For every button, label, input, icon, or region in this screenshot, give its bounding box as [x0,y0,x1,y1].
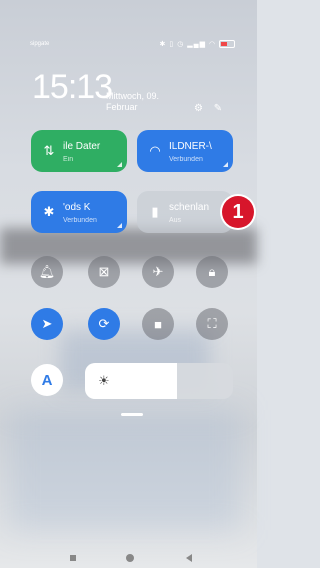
toggle-lock[interactable]: 🔒︎ [196,256,228,288]
flashlight-icon: ▮ [151,204,159,219]
brightness-slider[interactable]: ☀ [85,363,233,399]
data-arrows-icon: ⇅ [43,143,55,158]
tile-wifi[interactable]: ◠ ILDNER-\ Verbunden [137,130,233,172]
rotation-lock-icon: ⟳ [98,316,110,331]
tile-subtitle: Aus [169,217,182,224]
auto-brightness-button[interactable]: A [31,364,63,396]
lock-icon: 🔒︎ [208,264,216,279]
edit-icon[interactable]: ✎ [214,103,222,114]
toggle-screen-record[interactable]: ■ [142,308,174,340]
tile-title: ILDNER-\ [169,141,212,152]
clock-date: Mittwoch, 09. Februar [106,91,160,112]
toggle-scanner[interactable]: ⛶ [196,308,228,340]
settings-icon[interactable]: ⚙ [194,103,203,114]
toggle-bell[interactable]: 🔔︎ [31,256,63,288]
expand-corner-icon [117,162,122,167]
sun-icon: ☀ [98,373,110,388]
battery-icon [219,40,235,49]
tile-bluetooth[interactable]: ✱ 'ods K Verbunden [31,191,127,233]
scan-frame-icon: ⛶ [207,316,217,331]
expand-corner-icon [117,223,122,228]
screenshot-icon: ⊠ [98,264,110,279]
tile-title: schenlan [169,202,210,213]
home-button[interactable] [126,554,134,562]
toggle-rotation-lock[interactable]: ⟳ [88,308,120,340]
wifi-icon: ◠ [208,41,217,48]
toggle-airplane[interactable]: ✈ [142,256,174,288]
expand-corner-icon [223,162,228,167]
tile-subtitle: Verbunden [169,156,203,163]
panel-drag-handle[interactable] [121,413,143,416]
bell-icon: 🔔︎ [38,264,56,279]
location-arrow-icon: ➤ [41,316,53,331]
tile-subtitle: Ein [63,156,74,163]
wifi-icon: ◠ [149,143,161,158]
tile-mobile-data[interactable]: ⇅ ile Dater Ein [31,130,127,172]
annotation-badge: 1 [222,196,254,228]
clock-time: 15:13 [32,68,113,106]
status-bar: sipgate ✱ ▯ ◷ ▂▄▆ ◠ [30,40,235,52]
tile-flashlight[interactable]: ▮ schenlan Aus [137,191,233,233]
tile-title: 'ods K [63,202,91,213]
carrier-name: sipgate [30,41,50,47]
header-actions: ⚙ ✎ [194,103,230,114]
tile-title: ile Dater [63,141,101,152]
status-icons: ✱ ▯ ◷ ▂▄▆ ◠ [159,40,235,49]
tile-subtitle: Verbunden [63,217,97,224]
navigation-bar [0,548,257,568]
background-blur [10,410,240,530]
back-button[interactable] [186,554,192,562]
alarm-icon: ◷ [177,41,185,48]
signal-icon: ▂▄▆ [187,41,206,48]
toggle-screenshot[interactable]: ⊠ [88,256,120,288]
recents-button[interactable] [70,555,76,561]
video-camera-icon: ■ [154,316,162,332]
airplane-icon: ✈ [152,264,164,279]
bluetooth-icon: ✱ [43,204,55,219]
toggle-location[interactable]: ➤ [31,308,63,340]
bluetooth-icon: ✱ [159,41,167,48]
auto-brightness-label: A [41,371,53,389]
vibrate-icon: ▯ [169,41,175,48]
